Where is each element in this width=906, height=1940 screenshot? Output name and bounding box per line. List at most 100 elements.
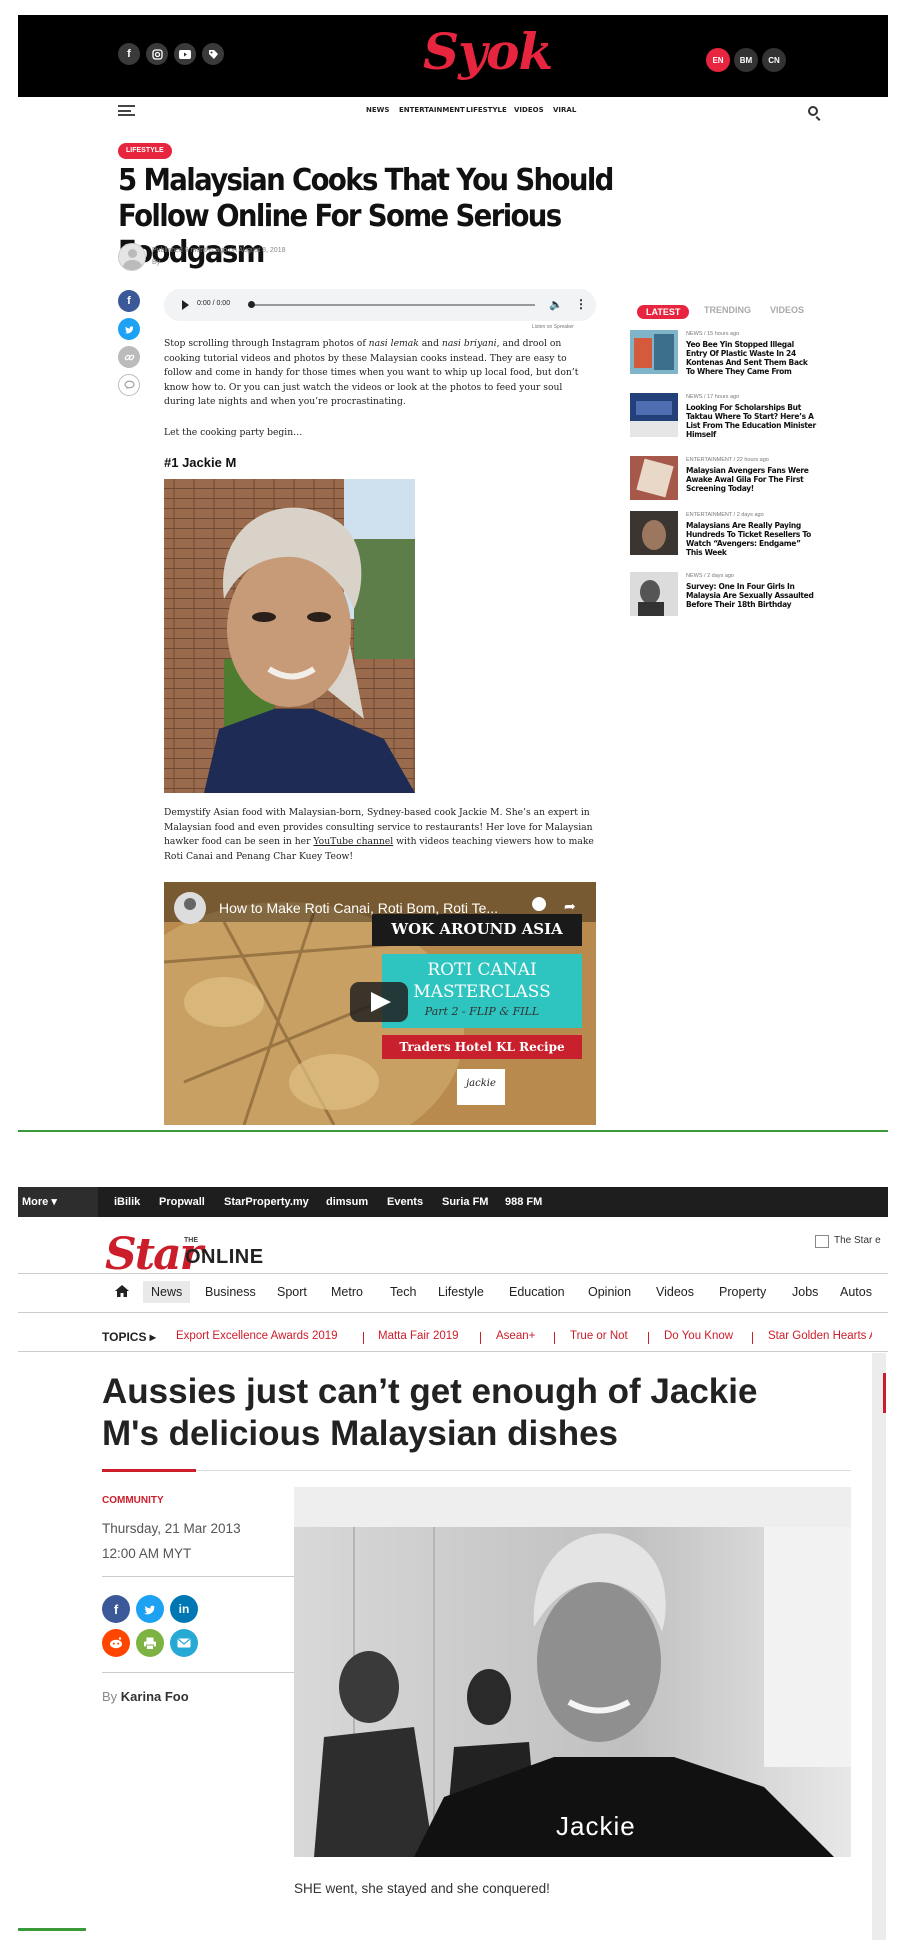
epaper-icon[interactable] [815,1235,829,1248]
audio-powered-by[interactable]: Listen on Spreaker [532,324,574,330]
toplink-propwall[interactable]: Propwall [159,1196,205,1208]
the-star-epaper-link[interactable]: The Star e [834,1235,881,1246]
article-thumbnail[interactable] [630,330,678,374]
hamburger-menu-icon[interactable] [118,105,135,116]
roti-canai-video-embed[interactable]: How to Make Roti Canai, Roti Bom, Roti T… [164,882,596,1125]
article-title-link[interactable]: Looking For Scholarships But Taktau Wher… [686,403,816,439]
audio-progress-track[interactable] [250,304,535,306]
youtube-icon[interactable] [174,43,196,65]
apron-text: Jackie [556,1811,636,1841]
nav-entertainment[interactable]: ENTERTAINMENT [399,106,465,114]
divider [102,1672,294,1673]
email-icon[interactable] [170,1629,198,1657]
youtube-channel-link[interactable]: YouTube channel [313,836,393,847]
topic-link[interactable]: Do You Know [664,1330,733,1342]
nav-lifestyle[interactable]: Lifestyle [438,1285,484,1299]
article-title-link[interactable]: Malaysians Are Really Paying Hundreds To… [686,521,816,557]
nav-tech[interactable]: Tech [390,1285,416,1299]
home-icon[interactable] [114,1284,130,1303]
audio-more-icon[interactable]: ⋮ [575,297,587,311]
tag-icon[interactable] [202,43,224,65]
video-title[interactable]: How to Make Roti Canai, Roti Bom, Roti T… [219,900,498,916]
toplink-starproperty[interactable]: StarProperty.my [224,1196,309,1208]
audio-progress-knob[interactable] [248,301,255,308]
nav-business[interactable]: Business [205,1285,256,1299]
article-title-link[interactable]: Yeo Bee Yin Stopped Illegal Entry Of Pla… [686,340,816,376]
comment-icon[interactable] [118,374,140,396]
link-icon[interactable] [118,346,140,368]
banner-part2: Part 2 - FLIP & FILL [424,1005,540,1018]
toplink-dimsum[interactable]: dimsum [326,1196,368,1208]
scrollbar[interactable] [872,1353,886,1940]
nav-sport[interactable]: Sport [277,1285,307,1299]
article-thumbnail[interactable] [630,393,678,437]
instagram-icon[interactable] [146,43,168,65]
tab-videos[interactable]: VIDEOS [770,305,804,315]
share-arrow-icon[interactable]: ➦ [564,898,576,915]
toplink-suria-fm[interactable]: Suria FM [442,1196,488,1208]
scrollbar-thumb[interactable] [883,1373,886,1413]
topic-link[interactable]: Asean+ [496,1330,535,1342]
linkedin-icon[interactable]: in [170,1595,198,1623]
facebook-icon[interactable]: f [118,43,140,65]
article-thumbnail[interactable] [630,456,678,500]
nav-lifestyle[interactable]: LIFESTYLE [466,106,507,114]
nav-jobs[interactable]: Jobs [792,1285,818,1299]
nav-opinion[interactable]: Opinion [588,1285,631,1299]
twitter-icon[interactable] [136,1595,164,1623]
nav-news[interactable]: NEWS [366,106,389,114]
nav-metro[interactable]: Metro [331,1285,363,1299]
byline-prefix: By [102,1689,118,1704]
category-label[interactable]: COMMUNITY [102,1495,164,1506]
nav-viral[interactable]: VIRAL [553,106,576,114]
article-category: ENTERTAINMENT / 2 days ago [686,512,764,518]
nav-news[interactable]: News [143,1281,191,1303]
nav-videos[interactable]: Videos [656,1285,694,1299]
toplink-events[interactable]: Events [387,1196,423,1208]
more-dropdown-button[interactable]: More ▾ [18,1187,98,1217]
facebook-icon[interactable]: f [118,290,140,312]
published-date: Published 9 months ago on August 8, 2018 [152,247,286,254]
lang-en-button[interactable]: EN [706,48,730,72]
divider [196,1470,851,1471]
topic-link[interactable]: True or Not [570,1330,628,1342]
nav-property[interactable]: Property [719,1285,766,1299]
title-underline [102,1469,196,1472]
search-icon[interactable] [808,106,818,116]
logo-online: ONLINE [185,1246,264,1268]
tab-trending[interactable]: TRENDING [704,305,751,315]
byline: By Karina Foo [102,1689,189,1704]
nav-education[interactable]: Education [509,1285,565,1299]
lang-bm-button[interactable]: BM [734,48,758,72]
syok-logo[interactable]: Syok [423,22,553,82]
toplink-988-fm[interactable]: 988 FM [505,1196,542,1208]
article-category: ENTERTAINMENT / 22 hours ago [686,457,769,463]
topic-link[interactable]: Matta Fair 2019 [378,1330,459,1342]
article-thumbnail[interactable] [630,511,678,555]
topics-label[interactable]: TOPICS ▸ [102,1330,156,1344]
toplink-ibilik[interactable]: iBilik [114,1196,140,1208]
syok-header-bar: f Syok EN BM CN [18,15,888,97]
article-title: 5 Malaysian Cooks That You Should Follow… [118,163,614,270]
article-thumbnail[interactable] [630,572,678,616]
play-icon[interactable] [182,300,189,310]
article-title-link[interactable]: Malaysian Avengers Fans Were Awake Awal … [686,466,816,493]
topic-link[interactable]: Star Golden Hearts Av [768,1330,872,1342]
topic-separator [648,1332,649,1344]
logo-the: THE [184,1237,198,1244]
article-category: NEWS / 15 hours ago [686,331,740,337]
reddit-icon[interactable] [102,1629,130,1657]
author-name-link[interactable]: Karina Foo [121,1689,189,1704]
lang-cn-button[interactable]: CN [762,48,786,72]
tab-latest[interactable]: LATEST [637,305,690,319]
topic-link[interactable]: Export Excellence Awards 2019 [176,1330,338,1342]
syok-article-screenshot: f Syok EN BM CN NEWS ENTERTAINMENT LIFES… [0,0,906,1135]
facebook-icon[interactable]: f [102,1595,130,1623]
twitter-icon[interactable] [118,318,140,340]
print-icon[interactable] [136,1629,164,1657]
nav-videos[interactable]: VIDEOS [514,106,544,114]
article-title-link[interactable]: Survey: One In Four Girls In Malaysia Ar… [686,582,816,609]
nav-autos[interactable]: Autos [840,1285,872,1299]
volume-icon[interactable]: 🔈 [549,298,563,311]
category-tag[interactable]: LIFESTYLE [118,143,172,159]
